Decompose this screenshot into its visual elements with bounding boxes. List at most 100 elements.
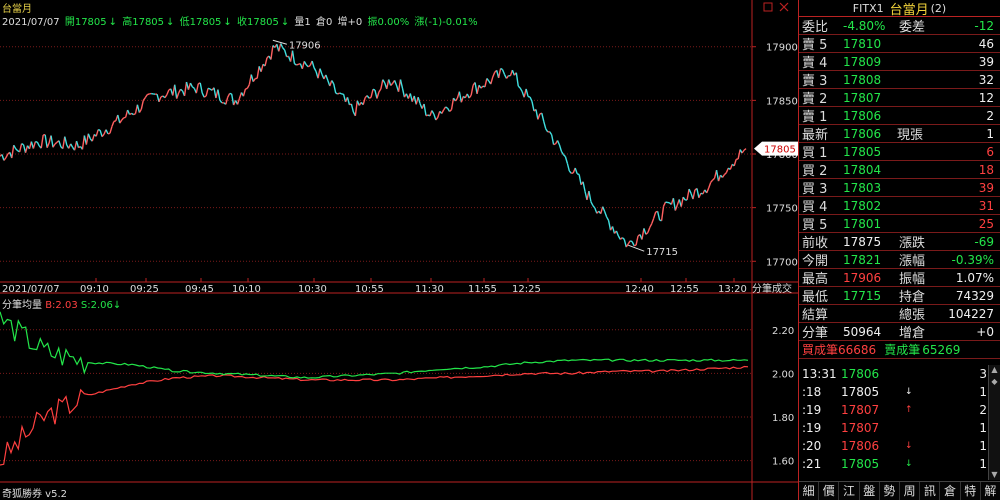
ratio-label: 委比 — [802, 20, 829, 35]
price-segment — [183, 81, 188, 97]
tab-6[interactable]: 訊 — [920, 482, 941, 500]
window-controls[interactable] — [760, 0, 798, 16]
price-segment — [11, 145, 15, 159]
bid-label: 買 5 — [802, 218, 828, 233]
price-segment — [85, 133, 90, 145]
price-segment — [564, 156, 569, 164]
tick-row[interactable]: 13:31 17806 3 — [799, 365, 1000, 383]
bid-price: 17805 — [843, 144, 882, 159]
price-segment — [588, 190, 592, 202]
price-segment — [519, 87, 523, 93]
close-icon[interactable] — [779, 2, 789, 12]
price-segment — [144, 94, 148, 99]
price-segment — [36, 141, 40, 147]
price-segment — [305, 64, 309, 68]
tick-row[interactable]: :19 17807 1 — [799, 419, 1000, 437]
price-segment — [176, 92, 180, 99]
price-segment — [441, 109, 445, 114]
tick-row[interactable]: :18 17805 ↓ 1 — [799, 383, 1000, 401]
price-segment — [450, 97, 455, 110]
sell-count-value: 65269 — [922, 342, 961, 357]
restore-icon[interactable] — [763, 2, 773, 12]
price-segment — [50, 135, 54, 148]
tick-list[interactable]: 13:31 17806 3:18 17805 ↓ 1:19 17807 ↑ 2:19 17807 1… — [799, 365, 1000, 473]
bid-volume: 25 — [978, 216, 994, 231]
price-segment — [602, 206, 606, 212]
price-segment — [535, 109, 539, 120]
tab-0[interactable]: 細 — [799, 482, 820, 500]
price-segment — [40, 134, 44, 149]
info-amplitude: 振0.00% — [367, 17, 410, 28]
price-segment — [582, 181, 586, 192]
ask-row: 賣 1 17806 2 — [799, 107, 1000, 125]
price-segment — [227, 93, 231, 98]
tab-3[interactable]: 盤 — [860, 482, 880, 500]
price-segment — [203, 95, 207, 98]
tab-2[interactable]: 江 — [839, 482, 860, 500]
tick-row[interactable]: :20 17806 ↓ 1 — [799, 437, 1000, 455]
price-segment — [15, 148, 19, 152]
bid-volume: 39 — [978, 180, 994, 195]
tab-5[interactable]: 周 — [900, 482, 921, 500]
stat-value: 17715 — [843, 288, 882, 303]
price-segment — [195, 83, 199, 94]
ohlc-info-line: 2021/07/07 開17805 ↓ 高17805 ↓ 低17805 ↓ 收1780… — [2, 17, 478, 28]
tick-time: :20 — [802, 439, 822, 453]
tick-time: 13:31 — [802, 367, 837, 381]
price-segment — [388, 79, 392, 86]
tick-scrollbar[interactable]: ▲ ◆ ▼ — [988, 365, 1000, 480]
symbol-code: FITX1 — [852, 1, 884, 15]
price-segment — [111, 121, 115, 127]
tick-time: :21 — [802, 457, 822, 471]
chart-svg[interactable]: 17700177501780017850179002021/07/0709:10… — [0, 0, 798, 500]
price-segment — [562, 154, 566, 158]
info-change: 漲(-1)-0.01% — [414, 17, 478, 28]
bid-volume: 6 — [986, 144, 994, 159]
price-segment — [729, 164, 733, 170]
tick-arrow-icon: ↑ — [905, 405, 913, 415]
ratio-row: 委比 -4.80% 委差 -12 — [799, 17, 1000, 35]
stat-row: 最低 17715 持倉 74329 — [799, 287, 1000, 305]
tab-9[interactable]: 解 — [981, 482, 1000, 500]
current-price-label: 17805 — [764, 145, 796, 156]
y-tick-label: 17700 — [766, 257, 798, 268]
price-segment — [158, 96, 162, 103]
scroll-up-icon[interactable]: ▲ — [989, 365, 1000, 375]
tab-1[interactable]: 價 — [819, 482, 840, 500]
price-segment — [126, 109, 131, 115]
last-price: 17806 — [843, 126, 882, 141]
tick-row[interactable]: :21 17805 ↓ 1 — [799, 455, 1000, 473]
price-segment — [423, 103, 427, 116]
panel-header: FITX1 台當月 (2) — [799, 0, 1000, 18]
price-segment — [649, 223, 653, 228]
price-segment — [366, 95, 370, 99]
tab-8[interactable]: 特 — [961, 482, 981, 500]
price-segment — [393, 80, 398, 86]
sub-chart-header: 分筆均量 B:2.03 S:2.06↓ — [2, 300, 122, 311]
price-segment — [635, 235, 639, 246]
price-segment — [607, 220, 612, 231]
ask-price: 17810 — [843, 36, 882, 51]
ask-price: 17808 — [843, 72, 882, 87]
price-series — [0, 43, 747, 248]
scroll-down-icon[interactable]: ▼ — [989, 470, 1000, 480]
tick-row[interactable]: :19 17807 ↑ 2 — [799, 401, 1000, 419]
price-segment — [138, 108, 142, 113]
price-segment — [619, 237, 623, 240]
price-segment — [101, 133, 105, 138]
tab-4[interactable]: 勢 — [880, 482, 901, 500]
price-segment — [725, 167, 729, 173]
price-segment — [401, 87, 406, 98]
price-segment — [688, 188, 692, 194]
price-segment — [180, 88, 184, 92]
ask-volume: 39 — [978, 54, 994, 69]
price-segment — [643, 228, 647, 235]
price-segment — [81, 135, 86, 150]
scroll-thumb-icon[interactable]: ◆ — [989, 377, 1000, 387]
price-segment — [21, 143, 24, 146]
stat-row: 結算 總張 104227 — [799, 305, 1000, 323]
stats-list: 前收 17875 漲跌 -69 今開 17821 漲幅 -0.39% 最高 17906 振幅 1.07… — [799, 233, 1000, 341]
tab-7[interactable]: 倉 — [940, 482, 961, 500]
price-segment — [205, 88, 209, 97]
x-tick-label: 12:25 — [512, 284, 541, 295]
